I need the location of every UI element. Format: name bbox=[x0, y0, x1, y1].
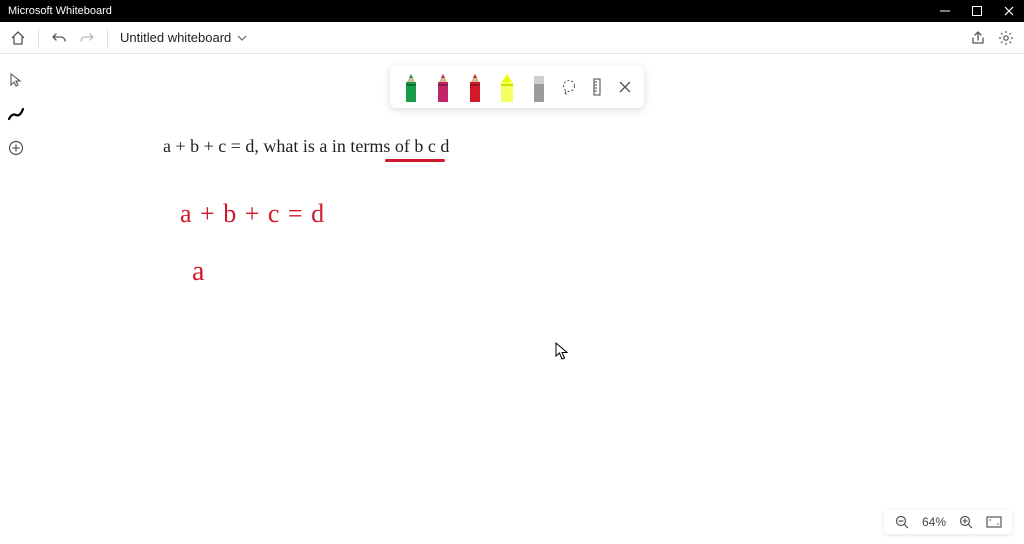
side-toolbar bbox=[0, 64, 32, 158]
main-toolbar: Untitled whiteboard bbox=[0, 22, 1024, 54]
handwriting-line-1: a + b + c = d bbox=[180, 199, 325, 229]
pen-magenta[interactable] bbox=[432, 72, 454, 102]
typed-equation-text: a + b + c = d, what is a in terms of b c… bbox=[163, 136, 449, 157]
zoom-out-button[interactable] bbox=[894, 514, 910, 530]
fit-screen-button[interactable] bbox=[986, 514, 1002, 530]
separator bbox=[107, 29, 108, 47]
zoom-controls: 64% bbox=[884, 510, 1012, 534]
undo-button[interactable] bbox=[51, 30, 67, 46]
handwriting-line-2: a bbox=[192, 256, 204, 288]
pen-toolbar bbox=[390, 66, 644, 108]
zoom-level: 64% bbox=[922, 515, 946, 529]
redo-button[interactable] bbox=[79, 30, 95, 46]
separator bbox=[38, 29, 39, 47]
share-button[interactable] bbox=[970, 30, 986, 46]
app-title: Microsoft Whiteboard bbox=[8, 5, 112, 17]
toolbar-left: Untitled whiteboard bbox=[10, 29, 247, 47]
maximize-button[interactable] bbox=[970, 4, 984, 18]
pen-red[interactable] bbox=[464, 72, 486, 102]
cursor-tool[interactable] bbox=[6, 70, 26, 90]
toolbar-right bbox=[970, 30, 1014, 46]
chevron-down-icon bbox=[237, 33, 247, 43]
zoom-in-button[interactable] bbox=[958, 514, 974, 530]
document-title[interactable]: Untitled whiteboard bbox=[120, 30, 247, 45]
mouse-cursor-icon bbox=[555, 342, 569, 360]
document-title-text: Untitled whiteboard bbox=[120, 30, 231, 45]
window-controls bbox=[938, 4, 1016, 18]
settings-button[interactable] bbox=[998, 30, 1014, 46]
ruler-tool[interactable] bbox=[588, 78, 606, 96]
close-toolbar-button[interactable] bbox=[616, 78, 634, 96]
add-tool[interactable] bbox=[6, 138, 26, 158]
pen-green[interactable] bbox=[400, 72, 422, 102]
close-button[interactable] bbox=[1002, 4, 1016, 18]
lasso-tool[interactable] bbox=[560, 78, 578, 96]
red-underline bbox=[385, 159, 445, 162]
home-icon[interactable] bbox=[10, 30, 26, 46]
minimize-button[interactable] bbox=[938, 4, 952, 18]
whiteboard-canvas[interactable]: a + b + c = d, what is a in terms of b c… bbox=[0, 54, 1024, 544]
pen-eraser[interactable] bbox=[528, 72, 550, 102]
pen-yellow[interactable] bbox=[496, 72, 518, 102]
window-titlebar: Microsoft Whiteboard bbox=[0, 0, 1024, 22]
ink-tool[interactable] bbox=[6, 104, 26, 124]
